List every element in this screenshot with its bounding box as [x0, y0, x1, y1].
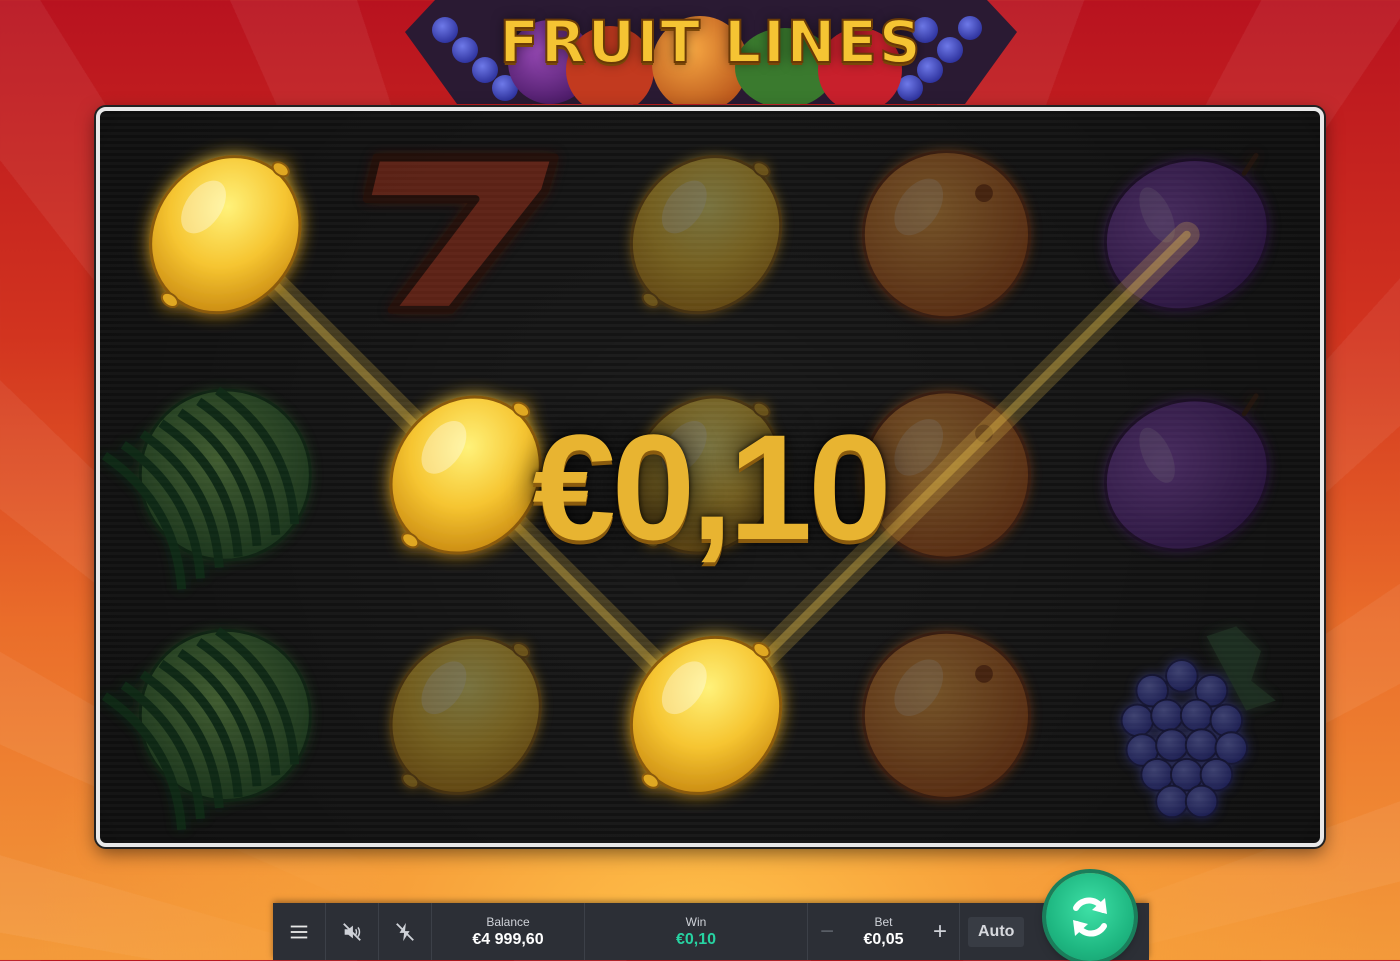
bet-value: €0,05 [863, 930, 904, 948]
orange-symbol [861, 630, 1031, 800]
win-label: Win [685, 914, 707, 929]
game-title: FRUIT LINES [498, 7, 923, 77]
bet-increase-button[interactable]: + [929, 918, 951, 946]
lemon-symbol [629, 155, 783, 315]
bet-label: Bet [874, 914, 893, 929]
turbo-button[interactable] [379, 903, 432, 960]
hamburger-menu-icon [290, 925, 308, 938]
spin-button[interactable] [1046, 873, 1134, 961]
balance-label: Balance [486, 914, 530, 929]
auto-cell: Auto [960, 903, 1032, 960]
bet-display: Bet €0,05 [863, 914, 903, 950]
bet-decrease-button[interactable]: − [816, 918, 838, 946]
win-display: Win €0,10 [585, 903, 808, 960]
auto-spin-button[interactable]: Auto [968, 916, 1025, 947]
balance-display: Balance €4 999,60 [432, 903, 585, 960]
sound-button[interactable] [326, 903, 379, 960]
bet-control: − Bet €0,05 + [808, 903, 960, 960]
game-logo: FRUIT LINES [405, 0, 1017, 104]
grapes-symbol [1120, 626, 1276, 819]
control-bar: Balance €4 999,60 Win €0,10 − Bet €0,05 … [273, 903, 1149, 960]
turbo-off-icon [396, 922, 414, 941]
watermelon-symbol [101, 627, 312, 831]
balance-value: €4 999,60 [472, 930, 544, 948]
lemon-symbol [389, 635, 542, 795]
spin-refresh-icon [1073, 897, 1107, 937]
win-value: €0,10 [675, 930, 717, 948]
seven-symbol [362, 153, 559, 314]
win-amount-display: €0,10 [532, 403, 891, 571]
reel-board: €0,10 [96, 107, 1324, 847]
sound-off-icon [343, 922, 361, 941]
menu-button[interactable] [273, 903, 326, 960]
orange-symbol [861, 150, 1031, 320]
